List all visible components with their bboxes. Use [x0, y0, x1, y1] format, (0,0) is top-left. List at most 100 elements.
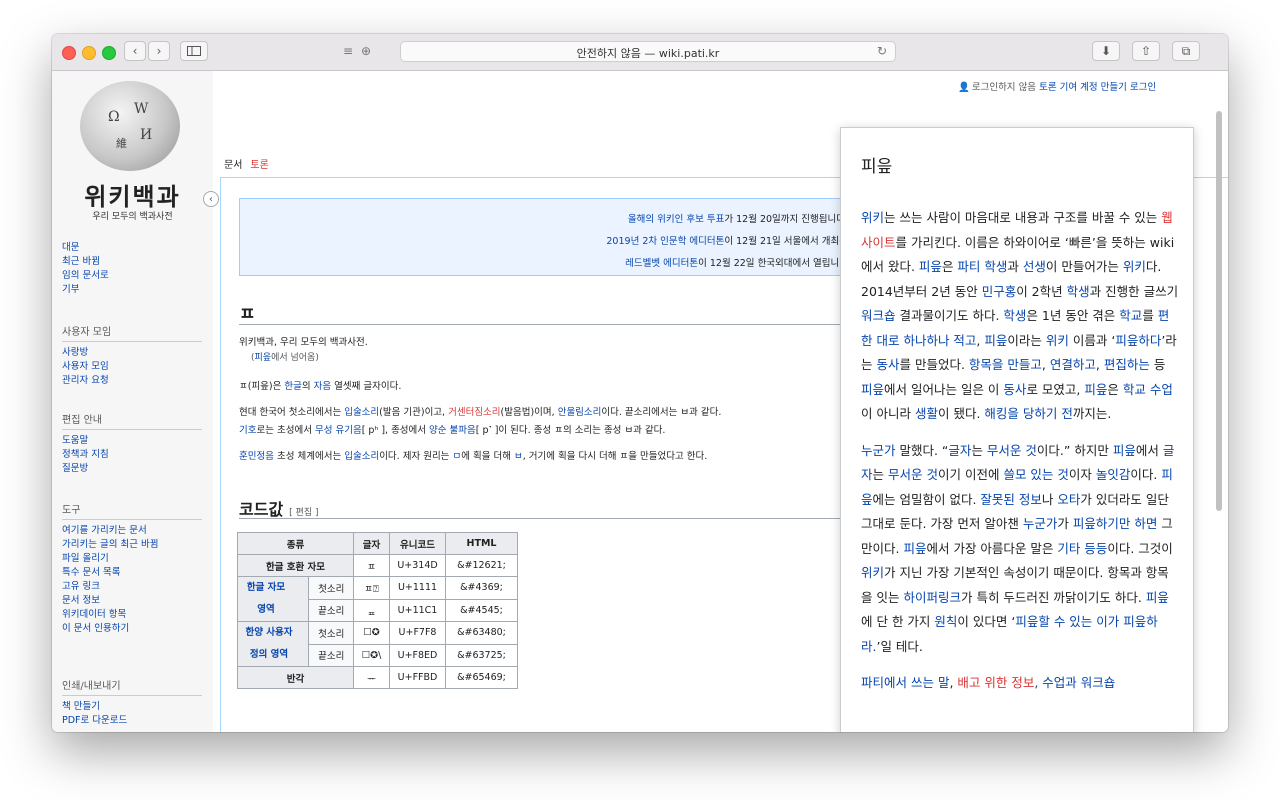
nav-link[interactable]: 책 만들기: [62, 700, 202, 714]
add-icon[interactable]: ⊕: [361, 44, 371, 58]
nav-link[interactable]: PDF로 다운로드: [62, 714, 202, 728]
popup-link[interactable]: 항목을 만들고: [969, 357, 1042, 372]
section-edit-link[interactable]: [ 편집 ]: [289, 508, 318, 518]
popup-link[interactable]: , 수업과 워크숍: [1034, 675, 1115, 690]
popup-link[interactable]: 피읖하기만 하면: [1073, 516, 1157, 531]
nav-link[interactable]: 특수 문서 목록: [62, 566, 202, 580]
popup-link[interactable]: 피읖하다: [1115, 333, 1161, 348]
popup-link[interactable]: 피읖: [984, 333, 1007, 348]
sidebar-toggle-button[interactable]: [180, 41, 208, 61]
popup-link[interactable]: 잘못된 정보: [980, 492, 1041, 507]
popup-link[interactable]: 하이퍼링크: [903, 590, 961, 605]
nav-link[interactable]: 정책과 지침: [62, 448, 202, 462]
popup-link[interactable]: 무서운 것: [987, 443, 1037, 458]
popup-link[interactable]: 파티에서 쓰는 말: [861, 675, 949, 690]
share-button[interactable]: ⇧: [1132, 41, 1160, 61]
popup-link[interactable]: 피읖: [861, 382, 884, 397]
nav-link[interactable]: 최근 바뀜: [62, 255, 202, 269]
nav-link[interactable]: 기부: [62, 283, 202, 297]
nav-link[interactable]: 사용자 모임: [62, 360, 202, 374]
link-bilabial-unreleased[interactable]: 양순 불파음: [429, 425, 476, 436]
popup-link[interactable]: 위키: [861, 210, 884, 225]
create-account-link[interactable]: 계정 만들기: [1080, 82, 1127, 93]
link-hangul[interactable]: 한글: [284, 381, 301, 392]
tab-talk[interactable]: 토론: [246, 156, 272, 177]
nav-link[interactable]: 가리키는 글의 최근 바뀜: [62, 538, 202, 552]
nav-link[interactable]: 대문: [62, 241, 202, 255]
popup-link[interactable]: 무서운 것: [888, 467, 938, 482]
nav-link[interactable]: 사랑방: [62, 346, 202, 360]
tab-article[interactable]: 문서: [220, 156, 246, 177]
link-labial[interactable]: 입술소리: [344, 407, 379, 418]
link-bieup[interactable]: ㅂ: [514, 451, 523, 462]
minimize-window-button[interactable]: [82, 46, 96, 60]
popup-link[interactable]: 선생: [1023, 259, 1046, 274]
scrollbar[interactable]: [1216, 111, 1222, 511]
login-link[interactable]: 로그인: [1130, 82, 1156, 93]
nav-link[interactable]: 도움말: [62, 434, 202, 448]
popup-link[interactable]: 피읖: [903, 541, 926, 556]
user-talk-link[interactable]: 토론: [1039, 82, 1056, 93]
popup-link[interactable]: 위키: [1046, 333, 1069, 348]
notice-link[interactable]: 레드벨벳 에디터톤: [625, 258, 698, 269]
link-mieum[interactable]: ㅁ: [452, 451, 461, 462]
popup-link[interactable]: 배고 위한 정보: [957, 675, 1034, 690]
user-contrib-link[interactable]: 기여: [1060, 82, 1077, 93]
link-labial[interactable]: 입술소리: [344, 451, 379, 462]
link-voiceless[interactable]: 안울림소리: [558, 407, 602, 418]
popup-link[interactable]: 학생: [1067, 284, 1090, 299]
nav-link[interactable]: 위키데이터 항목: [62, 608, 202, 622]
popup-link[interactable]: 위키: [1123, 259, 1146, 274]
nav-link[interactable]: 임의 문서로: [62, 269, 202, 283]
nav-link[interactable]: 파일 올리기: [62, 552, 202, 566]
popup-link[interactable]: 동사: [876, 357, 899, 372]
nav-link[interactable]: 문서 정보: [62, 594, 202, 608]
collapse-sidebar-button[interactable]: ‹: [203, 191, 219, 207]
popup-link[interactable]: 원칙: [934, 614, 957, 629]
popup-link[interactable]: 피읖: [1084, 382, 1107, 397]
tabs-overview-button[interactable]: ⧉: [1172, 41, 1200, 61]
popup-link[interactable]: 누군가: [1023, 516, 1058, 531]
nav-link[interactable]: 고유 링크: [62, 580, 202, 594]
popup-link[interactable]: 글자: [948, 443, 971, 458]
popup-link[interactable]: 기타 등등: [1057, 541, 1107, 556]
popup-link[interactable]: 편집하는: [1104, 357, 1150, 372]
notice-link[interactable]: 올해의 위키인 후보 투표: [628, 214, 724, 225]
link-aspirated-plosive[interactable]: 거센터짐소리: [448, 407, 500, 418]
popup-link[interactable]: 학교: [1119, 308, 1142, 323]
reader-icon[interactable]: ≡: [343, 44, 353, 58]
redirect-link[interactable]: 피읖: [255, 353, 272, 363]
popup-link[interactable]: 민구홍: [982, 284, 1017, 299]
popup-link[interactable]: 피읖: [1113, 443, 1136, 458]
nav-link[interactable]: 관리자 요청: [62, 374, 202, 388]
popup-link[interactable]: 누군가: [861, 443, 896, 458]
popup-link[interactable]: 오타: [1057, 492, 1080, 507]
reload-icon[interactable]: ↻: [877, 44, 887, 58]
popup-link[interactable]: 학생: [1003, 308, 1026, 323]
nav-link[interactable]: 이 문서 인용하기: [62, 622, 202, 636]
notice-link[interactable]: 2019년 2차 인문학 에디터톤: [606, 236, 724, 247]
downloads-button[interactable]: ⬇: [1092, 41, 1120, 61]
wikipedia-globe-logo[interactable]: ΩWИ維: [80, 81, 180, 171]
zoom-window-button[interactable]: [102, 46, 116, 60]
popup-link[interactable]: 놀잇감: [1096, 467, 1131, 482]
popup-link[interactable]: 해킹을 당하기 전: [984, 406, 1072, 421]
popup-link[interactable]: 피읖: [1146, 590, 1169, 605]
link-symbol[interactable]: 기호: [239, 425, 256, 436]
popup-link[interactable]: 동사: [1003, 382, 1026, 397]
popup-link[interactable]: 연결하고: [1050, 357, 1096, 372]
close-window-button[interactable]: [62, 46, 76, 60]
link-consonant[interactable]: 자음: [314, 381, 331, 392]
nav-link[interactable]: 질문방: [62, 462, 202, 476]
address-bar[interactable]: ≡ ⊕ 안전하지 않음 — wiki.pati.kr ↻: [343, 41, 896, 62]
popup-link[interactable]: 피읖: [919, 259, 942, 274]
popup-link[interactable]: 파티 학생: [957, 259, 1007, 274]
link-hunminjeongeum[interactable]: 훈민정음: [239, 451, 274, 462]
popup-link[interactable]: 쓸모 있는 것: [1003, 467, 1068, 482]
link-hanyang-pua[interactable]: 한양 사용자 정의 영역: [244, 622, 294, 666]
popup-link[interactable]: 워크숍: [861, 308, 896, 323]
link-voiceless-aspirate[interactable]: 무성 유기음: [315, 425, 362, 436]
nav-link[interactable]: 여기를 가리키는 문서: [62, 524, 202, 538]
back-button[interactable]: ‹: [124, 41, 146, 61]
popup-link[interactable]: 생활: [915, 406, 938, 421]
